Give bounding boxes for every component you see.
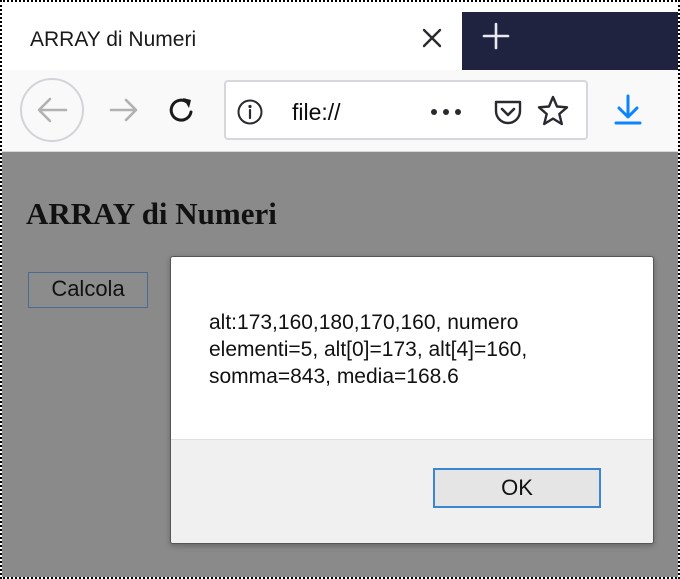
tab-strip: ARRAY di Numeri (2, 2, 678, 70)
more-options-icon[interactable] (426, 98, 466, 126)
alert-footer: OK (171, 439, 653, 543)
tab-strip-empty (462, 12, 678, 70)
page-title: ARRAY di Numeri (26, 196, 277, 231)
tab-active[interactable]: ARRAY di Numeri (12, 12, 462, 70)
ok-button[interactable]: OK (433, 468, 601, 508)
navigation-toolbar: file:// (2, 70, 678, 152)
forward-button[interactable] (102, 88, 146, 132)
close-icon[interactable] (418, 24, 446, 52)
calcola-button[interactable]: Calcola (28, 272, 148, 308)
bookmark-star-icon[interactable] (536, 94, 570, 128)
back-arrow-icon (37, 97, 68, 123)
url-text[interactable]: file:// (292, 99, 341, 126)
forward-arrow-icon (109, 98, 138, 122)
pocket-icon[interactable] (492, 96, 524, 128)
tab-title: ARRAY di Numeri (30, 28, 197, 51)
url-bar[interactable]: file:// (224, 80, 588, 140)
info-icon[interactable] (236, 98, 264, 126)
alert-dialog: alt:173,160,180,170,160, numero elementi… (170, 256, 654, 544)
url-fade (356, 86, 416, 134)
reload-button[interactable] (160, 88, 204, 132)
back-button[interactable] (20, 78, 84, 142)
browser-window: ARRAY di Numeri file:// ARRAY di Numeri … (0, 0, 680, 579)
reload-icon (169, 98, 193, 122)
alert-message: alt:173,160,180,170,160, numero elementi… (209, 311, 528, 388)
download-icon[interactable] (606, 88, 650, 132)
new-tab-icon[interactable] (478, 18, 514, 54)
page-content: ARRAY di Numeri Calcola alt:173,160,180,… (2, 152, 678, 577)
